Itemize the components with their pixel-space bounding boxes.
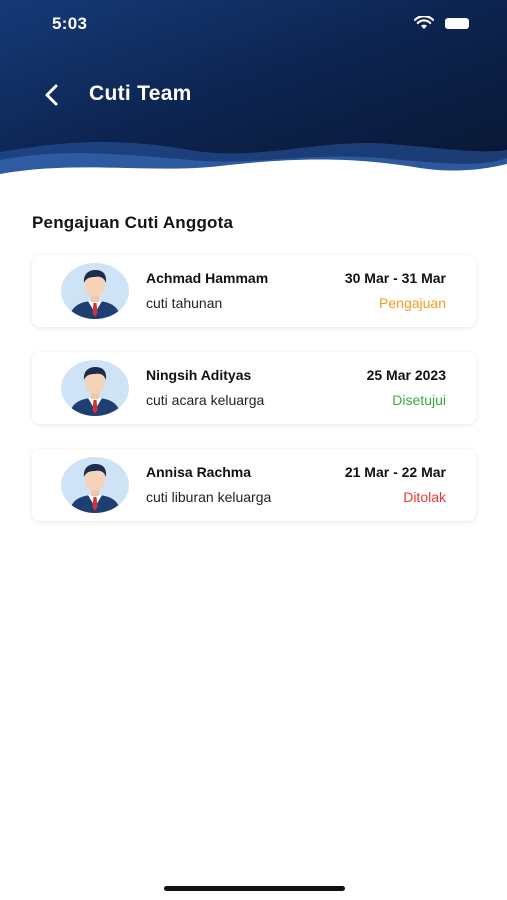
leave-date: 25 Mar 2023 xyxy=(366,367,446,383)
avatar xyxy=(61,360,129,416)
leave-request-card[interactable]: Annisa Rachma cuti liburan keluarga 21 M… xyxy=(32,449,476,521)
back-button[interactable] xyxy=(36,80,68,110)
leave-date: 30 Mar - 31 Mar xyxy=(344,270,446,286)
home-indicator[interactable] xyxy=(164,886,345,891)
status-time: 5:03 xyxy=(52,14,88,33)
status-badge: Disetujui xyxy=(392,392,446,408)
wifi-icon xyxy=(414,16,434,29)
leave-reason: cuti liburan keluarga xyxy=(146,489,272,505)
wave-decoration xyxy=(0,141,507,190)
leave-request-card[interactable]: Ningsih Adityas cuti acara keluarga 25 M… xyxy=(32,352,476,424)
leave-reason: cuti tahunan xyxy=(146,295,223,311)
leave-request-card[interactable]: Achmad Hammam cuti tahunan 30 Mar - 31 M… xyxy=(32,255,476,327)
employee-name: Annisa Rachma xyxy=(146,464,252,480)
battery-icon xyxy=(445,18,469,29)
avatar xyxy=(61,263,129,319)
status-bar: 5:03 xyxy=(0,0,507,48)
status-badge: Ditolak xyxy=(403,489,446,505)
leave-reason: cuti acara keluarga xyxy=(146,392,265,408)
chevron-left-icon xyxy=(45,84,58,106)
employee-name: Ningsih Adityas xyxy=(146,367,252,383)
leave-date: 21 Mar - 22 Mar xyxy=(344,464,446,480)
status-badge: Pengajuan xyxy=(379,295,446,311)
employee-name: Achmad Hammam xyxy=(146,270,269,286)
page-title: Cuti Team xyxy=(89,82,192,105)
section-title: Pengajuan Cuti Anggota xyxy=(32,213,234,232)
avatar xyxy=(61,457,129,513)
